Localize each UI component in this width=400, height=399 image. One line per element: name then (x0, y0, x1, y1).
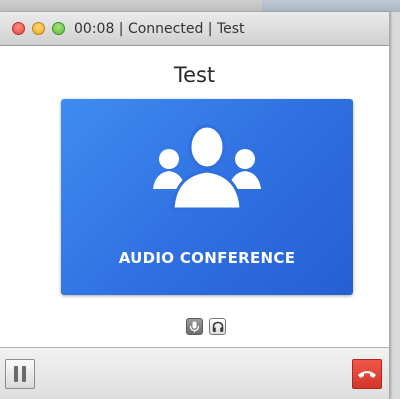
conference-type-label: AUDIO CONFERENCE (118, 249, 296, 267)
microphone-icon (189, 321, 200, 332)
close-window-button[interactable] (12, 22, 25, 35)
call-window: 00:08 | Connected | Test Test AUDIO CONF… (0, 12, 390, 399)
conference-card: AUDIO CONFERENCE (61, 99, 353, 295)
background-strip (0, 0, 400, 12)
background-notch (262, 0, 400, 12)
headphones-icon (212, 321, 223, 332)
microphone-button[interactable] (186, 318, 203, 335)
conference-name: Test (173, 63, 216, 87)
bottom-toolbar (0, 347, 389, 399)
hold-button[interactable] (5, 359, 35, 389)
pause-icon (14, 366, 18, 382)
group-icon (153, 124, 261, 211)
hang-up-button[interactable] (352, 359, 382, 389)
window-title: 00:08 | Connected | Test (74, 21, 245, 37)
zoom-window-button[interactable] (52, 22, 65, 35)
minimize-window-button[interactable] (32, 22, 45, 35)
headphones-button[interactable] (209, 318, 226, 335)
title-bar[interactable]: 00:08 | Connected | Test (0, 12, 389, 46)
phone-hangup-icon (358, 371, 376, 378)
